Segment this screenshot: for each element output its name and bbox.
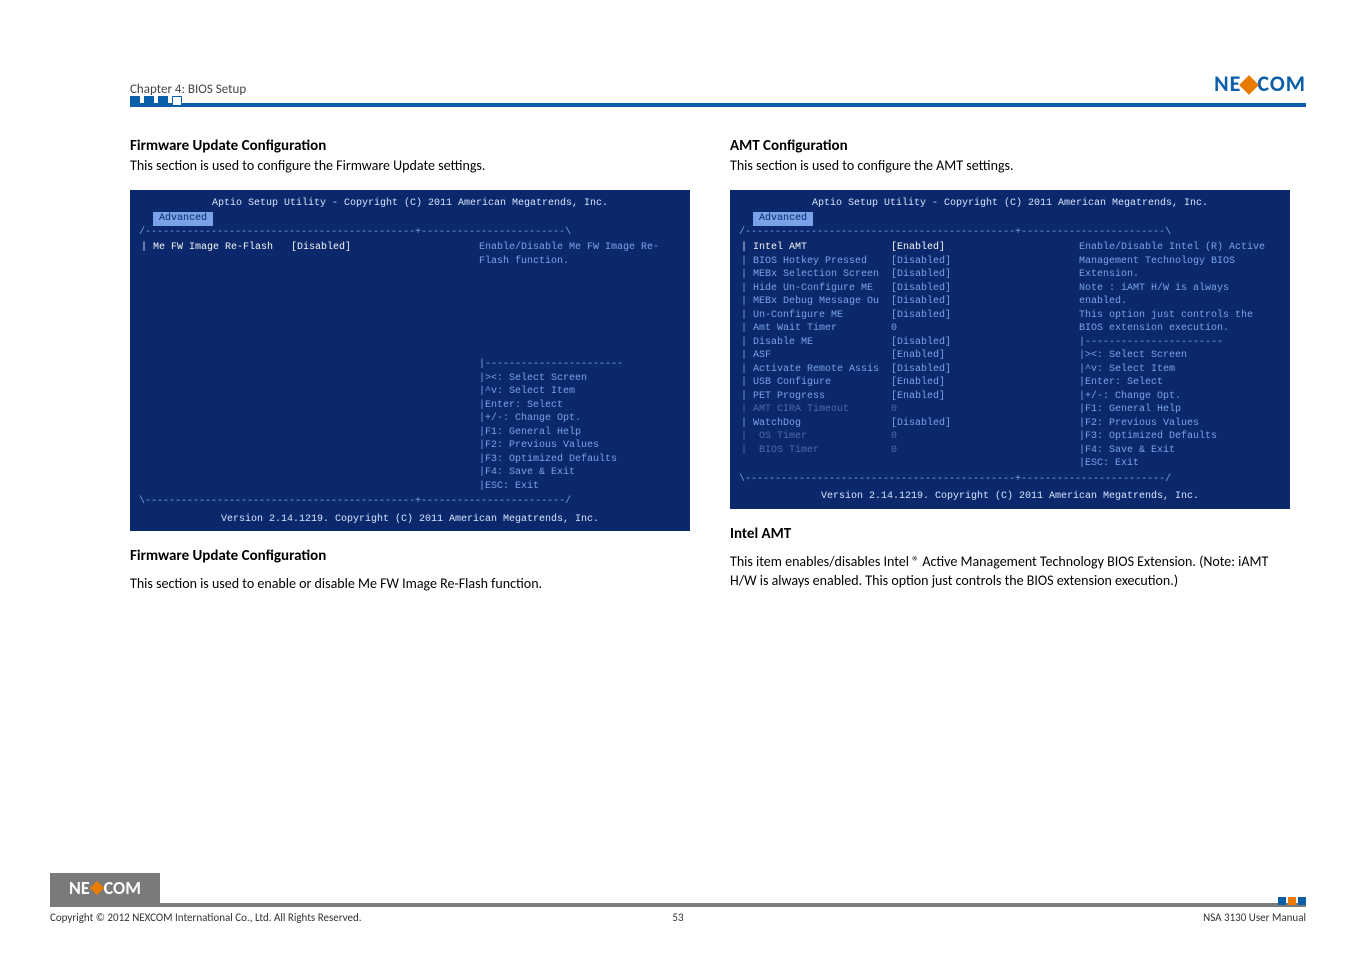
bios-key-hint: |F4: Save & Exit [479, 466, 679, 480]
right-column: AMT Configuration This section is used t… [730, 137, 1290, 594]
header-squares-icon [130, 96, 186, 106]
bios-key-hint: |ESC: Exit [1079, 457, 1279, 471]
bios-setting-row[interactable]: | Intel AMT [Enabled] [741, 241, 1071, 255]
bios-setting-row[interactable]: | AMT CIRA Timeout 0 [741, 403, 1071, 417]
bios-footer: Version 2.14.1219. Copyright (C) 2011 Am… [139, 513, 681, 527]
bios-key-hint: |F4: Save & Exit [1079, 444, 1279, 458]
bios-help-divider: |----------------------- [479, 358, 679, 372]
bios-key-hint: |ESC: Exit [479, 480, 679, 494]
bios-setting-row[interactable]: | Amt Wait Timer 0 [741, 322, 1071, 336]
bios-key-legend: |><: Select Screen|^v: Select Item|Enter… [479, 372, 679, 494]
right-heading: AMT Configuration [730, 137, 1290, 155]
footer-corner-icon [1276, 897, 1306, 905]
bios-tab-advanced[interactable]: Advanced [153, 212, 213, 226]
bios-key-hint: |Enter: Select [1079, 376, 1279, 390]
header-rule [130, 103, 1306, 107]
bios-divider-bottom: \---------------------------------------… [739, 473, 1281, 487]
bios-key-hint: |><: Select Screen [1079, 349, 1279, 363]
bios-screenshot-firmware: Aptio Setup Utility - Copyright (C) 2011… [130, 190, 690, 532]
bios-key-hint: |F2: Previous Values [479, 439, 679, 453]
bios-key-hint: |><: Select Screen [479, 372, 679, 386]
doc-title: NSA 3130 User Manual [1203, 911, 1306, 924]
logo-text-left: NE [69, 877, 90, 899]
bios-key-hint: |+/-: Change Opt. [1079, 390, 1279, 404]
right-desc: This section is used to configure the AM… [730, 157, 1290, 176]
bios-settings-list: | Intel AMT [Enabled]| BIOS Hotkey Press… [739, 239, 1075, 473]
bios-divider: /---------------------------------------… [139, 226, 681, 240]
bios-setting-row[interactable]: | Disable ME [Disabled] [741, 336, 1071, 350]
bios-footer: Version 2.14.1219. Copyright (C) 2011 Am… [739, 490, 1281, 504]
footer-rule [50, 903, 1306, 907]
bios-help-text: Enable/Disable Me FW Image Re-Flash func… [479, 241, 679, 268]
bios-title: Aptio Setup Utility - Copyright (C) 2011… [739, 197, 1281, 211]
content-columns: Firmware Update Configuration This secti… [50, 107, 1306, 594]
left-column: Firmware Update Configuration This secti… [130, 137, 690, 594]
bios-setting-row[interactable]: | OS Timer 0 [741, 430, 1071, 444]
bios-key-hint: |F2: Previous Values [1079, 417, 1279, 431]
bios-setting-row[interactable]: | WatchDog [Disabled] [741, 417, 1071, 431]
bios-key-hint: |F3: Optimized Defaults [479, 453, 679, 467]
bios-body: | Intel AMT [Enabled]| BIOS Hotkey Press… [739, 239, 1281, 473]
bios-key-hint: |F3: Optimized Defaults [1079, 430, 1279, 444]
bios-key-hint: |^v: Select Item [479, 385, 679, 399]
bios-help-pane: Enable/Disable Intel (R) Active Manageme… [1075, 239, 1281, 473]
bios-screenshot-amt: Aptio Setup Utility - Copyright (C) 2011… [730, 190, 1290, 509]
bios-setting-row[interactable]: | BIOS Hotkey Pressed [Disabled] [741, 255, 1071, 269]
logo-text-right: COM [104, 877, 141, 899]
brand-logo: NE COM [1214, 70, 1306, 97]
bios-setting-row[interactable]: | MEBx Debug Message Ou [Disabled] [741, 295, 1071, 309]
bios-key-hint: |Enter: Select [479, 399, 679, 413]
footer-logo: NE COM [50, 873, 160, 903]
bios-setting-row[interactable]: | Activate Remote Assis [Disabled] [741, 363, 1071, 377]
copyright-text: Copyright © 2012 NEXCOM International Co… [50, 911, 362, 924]
bios-key-hint: |F1: General Help [1079, 403, 1279, 417]
bios-setting-row[interactable]: | Un-Configure ME [Disabled] [741, 309, 1071, 323]
bios-body: | Me FW Image Re-Flash [Disabled] Enable… [139, 239, 681, 495]
bios-title: Aptio Setup Utility - Copyright (C) 2011… [139, 197, 681, 211]
page: Chapter 4: BIOS Setup NE COM Firmware Up… [0, 0, 1356, 954]
left-desc-2: This section is used to enable or disabl… [130, 575, 690, 594]
left-heading: Firmware Update Configuration [130, 137, 690, 155]
left-desc: This section is used to configure the Fi… [130, 157, 690, 176]
logo-diamond-icon [90, 881, 104, 895]
bios-settings-list: | Me FW Image Re-Flash [Disabled] [139, 239, 475, 495]
left-heading-2: Firmware Update Configuration [130, 547, 690, 565]
bios-help-text: Enable/Disable Intel (R) Active Manageme… [1079, 241, 1279, 336]
bios-divider: /---------------------------------------… [739, 226, 1281, 240]
bios-setting-row[interactable]: | ASF [Enabled] [741, 349, 1071, 363]
chapter-title: Chapter 4: BIOS Setup [130, 82, 246, 97]
bios-setting-row[interactable]: | PET Progress [Enabled] [741, 390, 1071, 404]
logo-diamond-icon [1240, 75, 1260, 95]
logo-text-left: NE [1214, 70, 1241, 97]
right-heading-2: Intel AMT [730, 525, 1290, 543]
bios-tab-advanced[interactable]: Advanced [753, 212, 813, 226]
footer-row: Copyright © 2012 NEXCOM International Co… [50, 909, 1306, 924]
header-rule-wrap [50, 103, 1306, 107]
bios-divider-bottom: \---------------------------------------… [139, 495, 681, 509]
bios-key-hint: |F1: General Help [479, 426, 679, 440]
bios-setting-row[interactable]: | BIOS Timer 0 [741, 444, 1071, 458]
bios-key-hint: |+/-: Change Opt. [479, 412, 679, 426]
bios-setting-row[interactable]: | Me FW Image Re-Flash [Disabled] [141, 241, 471, 255]
page-header: Chapter 4: BIOS Setup NE COM [50, 70, 1306, 103]
page-number: 53 [672, 911, 683, 924]
bios-setting-row[interactable]: | MEBx Selection Screen [Disabled] [741, 268, 1071, 282]
bios-key-hint: |^v: Select Item [1079, 363, 1279, 377]
right-desc-2: This item enables/disables Intel ® Activ… [730, 553, 1290, 591]
bios-help-divider: |----------------------- [1079, 336, 1279, 350]
logo-text-right: COM [1257, 70, 1306, 97]
bios-key-legend: |><: Select Screen|^v: Select Item|Enter… [1079, 349, 1279, 471]
page-footer: NE COM Copyright © 2012 NEXCOM Internati… [50, 877, 1306, 924]
bios-setting-row[interactable]: | Hide Un-Configure ME [Disabled] [741, 282, 1071, 296]
bios-setting-row[interactable]: | USB Configure [Enabled] [741, 376, 1071, 390]
bios-help-pane: Enable/Disable Me FW Image Re-Flash func… [475, 239, 681, 495]
